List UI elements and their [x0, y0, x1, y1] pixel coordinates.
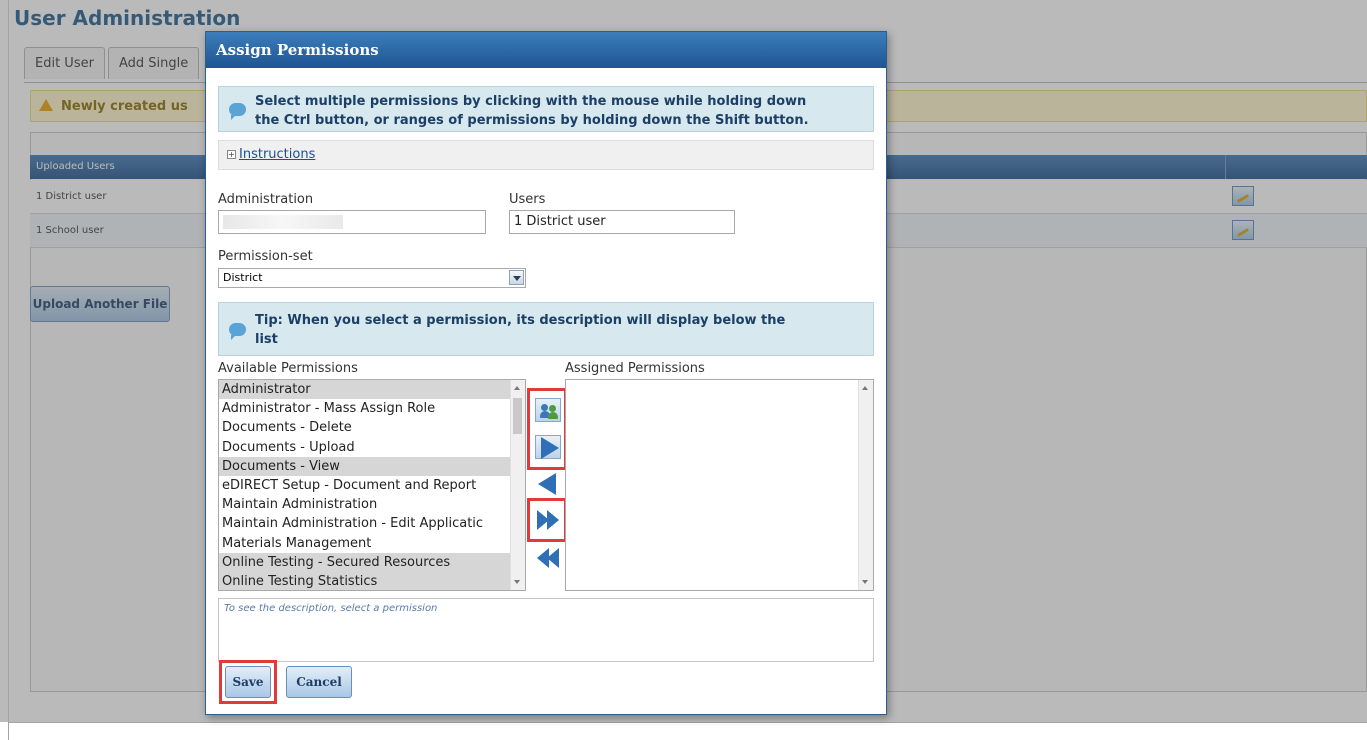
permission-option[interactable]: eDIRECT Setup - Document and Report [219, 476, 512, 495]
tip-text-line-2: list [255, 332, 278, 347]
permission-set-label: Permission-set [218, 249, 313, 264]
assign-permissions-dialog: Assign Permissions Select multiple permi… [205, 31, 887, 715]
permission-option[interactable]: Administrator - Mass Assign Role [219, 399, 512, 418]
expand-icon[interactable]: + [227, 150, 236, 159]
permission-option[interactable]: Documents - View [219, 456, 512, 476]
assigned-permissions-list[interactable] [565, 379, 874, 591]
cancel-button[interactable]: Cancel [286, 666, 352, 698]
permission-option[interactable]: Materials Management [219, 534, 512, 553]
move-left-button[interactable] [535, 472, 561, 496]
move-all-left-button[interactable] [535, 546, 561, 570]
scroll-up-icon[interactable] [862, 386, 868, 390]
permission-option[interactable]: Maintain Administration - Edit Applicati… [219, 514, 512, 533]
info-bubble-icon [229, 323, 246, 340]
users-label: Users [509, 192, 546, 207]
dialog-title: Assign Permissions [216, 41, 379, 59]
move-all-right-button[interactable] [535, 508, 561, 532]
selection-info-box: Select multiple permissions by clicking … [218, 86, 874, 132]
assign-users-icon [540, 402, 558, 420]
permission-option[interactable]: Documents - Delete [219, 418, 512, 437]
permission-description-area: To see the description, select a permiss… [218, 598, 874, 662]
tip-text-line-1: Tip: When you select a permission, its d… [255, 313, 786, 328]
instructions-section: + Instructions [218, 140, 874, 170]
move-right-button[interactable] [535, 435, 561, 459]
save-button[interactable]: Save [225, 666, 271, 698]
move-right-icon [541, 437, 559, 459]
frame-border-bottom [8, 722, 1367, 723]
scroll-thumb[interactable] [513, 398, 522, 434]
permission-option[interactable]: Maintain Administration [219, 495, 512, 514]
instructions-link[interactable]: Instructions [239, 147, 315, 162]
permission-option[interactable]: Administrator [219, 380, 512, 400]
assigned-list-scrollbar[interactable] [858, 380, 873, 590]
scroll-down-icon[interactable] [862, 580, 868, 584]
frame-border-left [8, 0, 9, 740]
description-placeholder: To see the description, select a permiss… [224, 603, 438, 614]
scroll-down-icon[interactable] [514, 580, 520, 584]
permission-set-select[interactable]: District [218, 268, 526, 288]
available-permissions-label: Available Permissions [218, 361, 358, 376]
info-text-line-2: the Ctrl button, or ranges of permission… [255, 113, 809, 128]
administration-field[interactable] [218, 210, 486, 234]
tip-info-box: Tip: When you select a permission, its d… [218, 302, 874, 356]
assigned-permissions-label: Assigned Permissions [565, 361, 705, 376]
permission-set-value: District [223, 271, 263, 284]
permission-option[interactable]: Online Testing Statistics [219, 571, 512, 590]
administration-label: Administration [218, 192, 314, 207]
dropdown-arrow-icon[interactable] [509, 270, 524, 285]
available-list-scrollbar[interactable] [510, 380, 525, 590]
info-text-line-1: Select multiple permissions by clicking … [255, 94, 807, 109]
permission-option[interactable]: Documents - Upload [219, 438, 512, 457]
scroll-up-icon[interactable] [514, 386, 520, 390]
available-permissions-list[interactable]: Administrator Administrator - Mass Assign… [218, 379, 526, 591]
move-left-icon [538, 473, 556, 495]
info-bubble-icon [229, 103, 246, 120]
permission-option[interactable]: Online Testing - Secured Resources [219, 552, 512, 572]
dialog-title-bar[interactable]: Assign Permissions [206, 32, 886, 68]
administration-value-redacted [223, 215, 343, 229]
users-field[interactable]: 1 District user [509, 210, 735, 234]
assign-users-button[interactable] [535, 398, 561, 422]
